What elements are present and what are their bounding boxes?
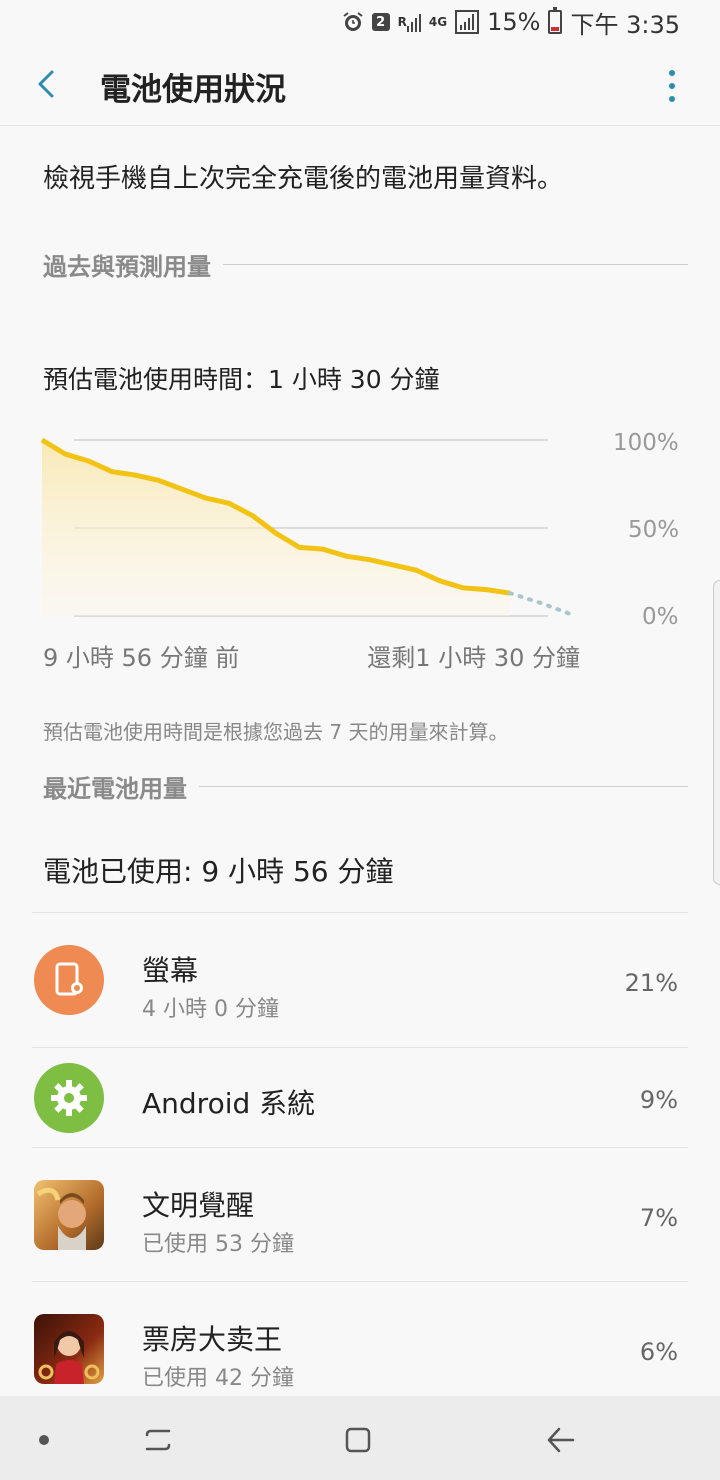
- more-vert-icon: [669, 69, 675, 76]
- app-bar: 電池使用狀況: [0, 44, 720, 126]
- divider: [199, 786, 688, 787]
- notification-badge: 2: [371, 13, 390, 31]
- list-item-android-system[interactable]: Android 系統 9%: [32, 1047, 688, 1147]
- recent-apps-icon: [145, 1429, 171, 1451]
- signal-icon: [455, 10, 480, 34]
- app-name: 文明覺醒: [142, 1189, 255, 1222]
- estimate-footnote: 預估電池使用時間是根據您過去 7 天的用量來計算。: [43, 720, 509, 744]
- app-name: Android 系統: [142, 1087, 316, 1120]
- back-button[interactable]: [28, 64, 68, 104]
- section-recent-usage: 最近電池用量: [43, 769, 688, 804]
- app-name: 螢幕: [142, 954, 199, 987]
- predicted-line: [508, 591, 578, 618]
- y-tick-label: 50%: [628, 517, 680, 543]
- page-title: 電池使用狀況: [100, 72, 286, 108]
- section-past-predicted: 過去與預測用量: [43, 247, 688, 282]
- gear-icon: [34, 1063, 104, 1133]
- battery-icon: [548, 7, 563, 34]
- clock: 下午 3:35: [570, 10, 680, 39]
- section-title: 最近電池用量: [43, 775, 187, 803]
- list-item-rise-of-civilizations[interactable]: 文明覺醒 已使用 53 分鐘 7%: [32, 1147, 688, 1281]
- navigation-bar: [0, 1396, 720, 1480]
- estimated-time-label: 預估電池使用時間：1 小時 30 分鐘: [43, 365, 440, 394]
- y-tick-label: 0%: [642, 604, 679, 630]
- section-title: 過去與預測用量: [43, 253, 211, 281]
- network-type: 4G: [428, 14, 448, 29]
- app-usage-time: 4 小時 0 分鐘: [142, 997, 279, 1022]
- edge-panel-handle[interactable]: [713, 580, 720, 885]
- back-nav-button[interactable]: [540, 1420, 580, 1460]
- screen-icon: [34, 945, 104, 1015]
- y-tick-label: 100%: [613, 430, 679, 456]
- battery-used-total: 電池已使用: 9 小時 56 分鐘: [43, 855, 394, 888]
- battery-usage-chart: [40, 437, 578, 618]
- back-icon: [547, 1427, 575, 1453]
- battery-percent: 15%: [487, 8, 541, 36]
- app-name: 票房大卖王: [142, 1323, 283, 1356]
- app-percent: 7%: [639, 1204, 678, 1232]
- more-options-button[interactable]: [662, 66, 682, 106]
- list-item-screen[interactable]: 螢幕 4 小時 0 分鐘 21%: [32, 912, 688, 1047]
- x-start-label: 9 小時 56 分鐘 前: [43, 644, 240, 672]
- alarm-icon: [342, 11, 364, 33]
- list-item-box-office-king[interactable]: 票房大卖王 已使用 42 分鐘 6%: [32, 1281, 688, 1396]
- intro-text: 檢視手機自上次完全充電後的電池用量資料。: [43, 164, 564, 194]
- app-percent: 9%: [639, 1086, 678, 1114]
- divider: [223, 264, 688, 265]
- home-icon: [345, 1427, 371, 1453]
- app-percent: 6%: [639, 1338, 678, 1366]
- recent-apps-button[interactable]: [138, 1420, 178, 1460]
- signal-roaming-icon: R: [398, 12, 421, 32]
- back-arrow-icon: [38, 70, 54, 98]
- nav-dot-indicator[interactable]: [24, 1420, 64, 1460]
- dot-icon: [39, 1435, 49, 1445]
- x-end-label: 還剩1 小時 30 分鐘: [367, 644, 580, 672]
- home-button[interactable]: [338, 1420, 378, 1460]
- status-bar: 2 R 4G 15% 下午 3:35: [0, 0, 720, 44]
- app-percent: 21%: [624, 969, 678, 997]
- app-usage-list: 螢幕 4 小時 0 分鐘 21% Android 系統 9% 文明覺醒 已使用 …: [32, 912, 688, 1396]
- app-usage-time: 已使用 42 分鐘: [142, 1366, 294, 1391]
- app-usage-time: 已使用 53 分鐘: [142, 1232, 294, 1257]
- game-avatar-icon: [34, 1180, 104, 1250]
- game-avatar-icon: [34, 1314, 104, 1384]
